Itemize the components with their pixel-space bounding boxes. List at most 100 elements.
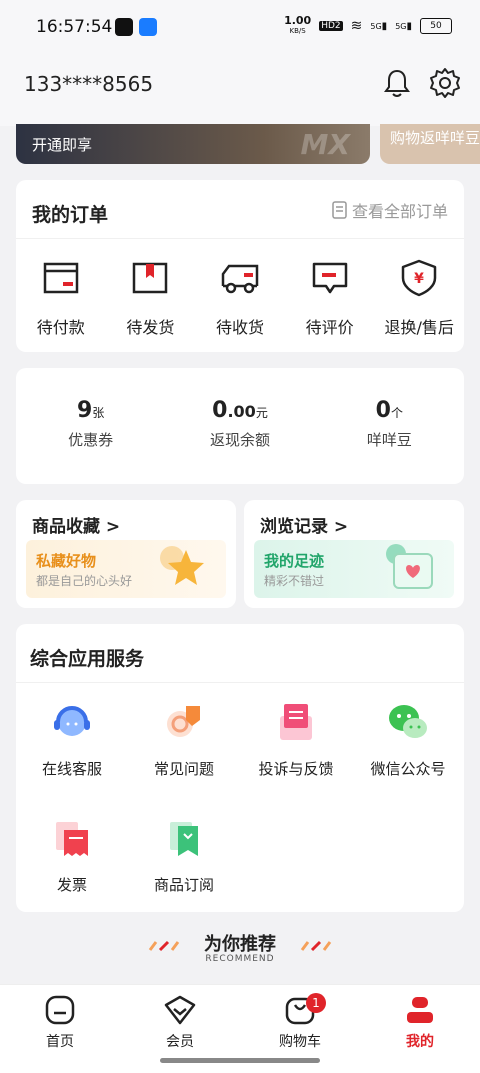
- tab-member-label: 会员: [166, 1034, 194, 1050]
- wallet-icon: [43, 262, 79, 294]
- beans-unit: 个: [390, 406, 403, 420]
- coupon-stat[interactable]: 9张 优惠券: [16, 398, 165, 450]
- order-pending-review[interactable]: 待评价: [285, 258, 375, 338]
- tab-cart[interactable]: 1 购物车: [240, 993, 360, 1051]
- beans-stat[interactable]: 0个 咩咩豆: [315, 398, 464, 450]
- status-time: 16:57:54: [36, 17, 113, 37]
- tab-mine[interactable]: 我的: [360, 993, 480, 1051]
- order-pending-payment-label: 待付款: [36, 318, 85, 337]
- banner-mx-mark: MX: [300, 128, 350, 161]
- cashback-banner-label: 购物返咩咩豆: [390, 129, 480, 147]
- history-sub: 精彩不错过: [264, 574, 325, 588]
- coupon-label: 优惠券: [68, 431, 114, 449]
- assets-card: 9张 优惠券 0.00元 返现余额 0个 咩咩豆: [16, 368, 464, 484]
- history-banner: 我的足迹 精彩不错过: [254, 540, 454, 598]
- favorites-sub: 都是自己的心头好: [36, 574, 133, 588]
- bell-icon[interactable]: [380, 66, 414, 100]
- review-icon: [312, 262, 347, 294]
- recommend-title: 为你推荐: [204, 934, 276, 955]
- tab-home-label: 首页: [46, 1034, 74, 1050]
- favorites-title: 商品收藏 >: [32, 517, 121, 537]
- home-indicator[interactable]: [160, 1058, 320, 1063]
- cart-badge: 1: [306, 993, 326, 1013]
- feedback-icon: [280, 704, 312, 740]
- recommend-header: 为你推荐 RECOMMEND: [0, 930, 480, 964]
- subscribe-icon: [170, 822, 198, 856]
- history-title: 浏览记录 >: [260, 517, 349, 537]
- orders-card: 我的订单 查看全部订单 待付款 待发货 待收货 待评价 ¥ 退换/售后: [16, 180, 464, 352]
- app-notification-icon: [139, 18, 157, 36]
- hd-icon: HD2: [319, 21, 343, 31]
- status-bar: 16:57:54 1.00 KB/S HD2 ≋ 5G▮ 5G▮ 50: [0, 0, 480, 56]
- question-icon: [167, 706, 200, 737]
- recommend-left-decoration-icon: [148, 940, 180, 952]
- wifi-icon: ≋: [350, 18, 363, 34]
- cashback-decimal: .00: [227, 402, 256, 421]
- member-icon: [164, 995, 196, 1025]
- service-online-support[interactable]: 在线客服: [16, 700, 128, 779]
- order-pending-review-label: 待评价: [305, 318, 354, 337]
- user-icon: [407, 997, 433, 1023]
- tab-home[interactable]: 首页: [0, 993, 120, 1051]
- tab-mine-label: 我的: [406, 1034, 434, 1050]
- history-card[interactable]: 浏览记录 > 我的足迹 精彩不错过: [244, 500, 464, 608]
- signal-icon-2: 5G▮: [395, 20, 412, 32]
- membership-banner-label: 开通即享: [32, 136, 93, 154]
- battery-icon: 50: [420, 18, 452, 34]
- order-pending-receipt-label: 待收货: [215, 318, 264, 337]
- order-list-icon: [332, 201, 347, 219]
- cashback-amount: 0: [212, 398, 228, 423]
- order-pending-receipt[interactable]: 待收货: [195, 258, 285, 338]
- view-all-orders-link[interactable]: 查看全部订单: [332, 198, 448, 222]
- svg-text:¥: ¥: [414, 271, 424, 287]
- invoice-icon: [56, 822, 88, 856]
- recommend-subtitle: RECOMMEND: [205, 954, 275, 964]
- service-invoice[interactable]: 发票: [16, 816, 128, 895]
- membership-banner[interactable]: 开通即享 MX: [16, 124, 370, 164]
- cashback-stat[interactable]: 0.00元 返现余额: [165, 398, 314, 450]
- cashback-unit: 元: [255, 406, 268, 420]
- recommend-right-decoration-icon: [300, 940, 332, 952]
- signal-icon-1: 5G▮: [370, 20, 388, 32]
- orders-title: 我的订单: [32, 204, 109, 226]
- cashback-banner[interactable]: 购物返咩咩豆: [380, 124, 480, 164]
- order-after-sales-label: 退换/售后: [384, 318, 454, 337]
- services-card: 综合应用服务 在线客服 常见问题 投诉与反馈 微信公众号 发票 商品订阅: [16, 624, 464, 912]
- service-online-support-label: 在线客服: [41, 760, 102, 778]
- package-icon: [133, 262, 168, 294]
- net-speed: 1.00 KB/S: [284, 14, 312, 35]
- history-headline: 我的足迹: [264, 552, 325, 570]
- service-faq-label: 常见问题: [153, 760, 214, 778]
- service-feedback-label: 投诉与反馈: [258, 760, 334, 778]
- beans-label: 咩咩豆: [366, 431, 412, 449]
- beans-count: 0: [375, 398, 391, 423]
- view-all-orders-label: 查看全部订单: [351, 202, 448, 221]
- order-after-sales[interactable]: ¥ 退换/售后: [374, 258, 464, 338]
- favorites-card[interactable]: 商品收藏 > 私藏好物 都是自己的心头好: [16, 500, 236, 608]
- service-invoice-label: 发票: [56, 876, 87, 894]
- service-subscribe[interactable]: 商品订阅: [128, 816, 240, 895]
- favorites-banner: 私藏好物 都是自己的心头好: [26, 540, 226, 598]
- order-pending-payment[interactable]: 待付款: [16, 258, 106, 338]
- coupon-count: 9: [77, 398, 93, 423]
- divider: [16, 682, 464, 683]
- status-indicators: 1.00 KB/S HD2 ≋ 5G▮ 5G▮ 50: [284, 14, 452, 36]
- service-faq[interactable]: 常见问题: [128, 700, 240, 779]
- order-pending-shipment-label: 待发货: [126, 318, 175, 337]
- tab-member[interactable]: 会员: [120, 993, 240, 1051]
- service-wechat-label: 微信公众号: [370, 760, 446, 778]
- account-header: 133****8565: [0, 56, 480, 126]
- home-icon: [45, 995, 75, 1025]
- truck-icon: [221, 264, 259, 294]
- service-feedback[interactable]: 投诉与反馈: [240, 700, 352, 779]
- order-pending-shipment[interactable]: 待发货: [106, 258, 196, 338]
- tiktok-app-icon: [115, 18, 133, 36]
- service-wechat[interactable]: 微信公众号: [352, 700, 464, 779]
- account-phone: 133****8565: [24, 72, 154, 96]
- cashback-label: 返现余额: [209, 431, 270, 449]
- shield-icon: ¥: [401, 259, 437, 297]
- gear-icon[interactable]: [428, 66, 462, 100]
- headset-icon: [54, 706, 90, 736]
- star-icon: [160, 546, 204, 585]
- coupon-unit: 张: [92, 406, 105, 420]
